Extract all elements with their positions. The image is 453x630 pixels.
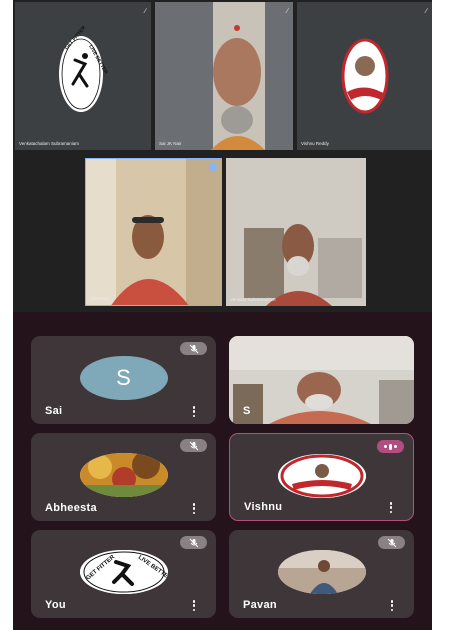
participant-name: Abheesta (90, 296, 110, 301)
participant-name: S (243, 405, 251, 417)
participant-name: Abheesta (45, 502, 97, 514)
avatar (277, 550, 366, 594)
avatar (79, 453, 168, 497)
participant-tile[interactable]: ∕ Vishnu Reddy (297, 2, 432, 150)
participant-name: Vishnu Reddy (301, 141, 329, 146)
more-vert-icon[interactable] (192, 503, 196, 514)
more-vert-icon[interactable] (389, 502, 393, 513)
more-vert-icon[interactable] (390, 600, 394, 611)
participant-video (86, 159, 221, 305)
participant-name: Vishnu (244, 501, 283, 513)
participant-tile[interactable]: ∕ GET FITTER LIVE BETTER Venkatachalam S… (15, 2, 151, 150)
avatar: GET FITTER LIVE BETTER (79, 550, 168, 594)
club-logo (341, 38, 389, 114)
pin-icon[interactable] (209, 163, 217, 171)
participant-name: Sai JK Nair (159, 141, 182, 146)
more-vert-icon[interactable] (192, 406, 196, 417)
mic-off-icon (378, 536, 405, 549)
participant-tile[interactable]: Pavan (229, 530, 414, 618)
participant-tile[interactable]: Venkata Subramaniam (226, 158, 366, 306)
participant-video (226, 158, 366, 306)
fitness-logo: GET FITTER LIVE BETTER (59, 25, 109, 112)
participant-name: You (45, 599, 66, 611)
participant-tile[interactable]: Abheesta (31, 433, 216, 521)
desktop-meeting-grid: ∕ GET FITTER LIVE BETTER Venkatachalam S… (13, 0, 432, 312)
mic-off-icon (180, 342, 207, 355)
participant-tile[interactable]: S (229, 336, 414, 424)
participant-tile-speaking[interactable]: Vishnu (229, 433, 414, 521)
avatar-initial: S (79, 356, 168, 400)
mic-off-icon (180, 536, 207, 549)
participant-tile-pinned[interactable]: Abheesta (85, 158, 222, 306)
participant-name: Pavan (243, 599, 277, 611)
mobile-meeting-grid: S Sai S Abheesta Vishnu GET FITTER LIVE … (13, 312, 432, 630)
participant-name: Venkata Subramaniam (230, 297, 276, 302)
mic-off-icon (180, 439, 207, 452)
participant-tile[interactable]: ∕ Sai JK Nair (155, 2, 293, 150)
participant-tile-self[interactable]: GET FITTER LIVE BETTER You (31, 530, 216, 618)
avatar (277, 454, 366, 498)
participant-name: Sai (45, 405, 63, 417)
more-vert-icon[interactable] (192, 600, 196, 611)
participant-video (229, 336, 414, 424)
participant-name: Venkatachalam Subramaniam (19, 141, 80, 146)
participant-tile[interactable]: S Sai (31, 336, 216, 424)
speaking-indicator-icon (377, 440, 404, 453)
mic-off-icon: ∕ (286, 8, 288, 15)
participant-video (155, 2, 293, 150)
